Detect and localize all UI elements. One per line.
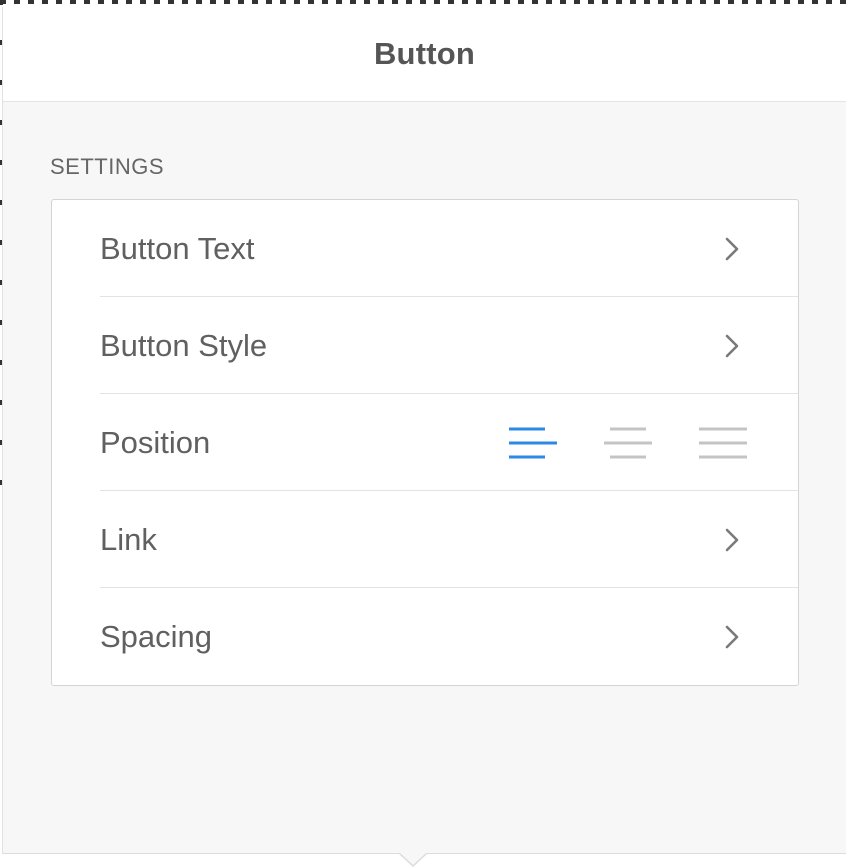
popover-arrow [400, 853, 426, 865]
settings-row-spacing[interactable]: Spacing [100, 588, 798, 685]
chevron-right-icon [712, 617, 752, 657]
popover-title: Button [373, 36, 476, 71]
settings-section-label: SETTINGS [50, 154, 165, 179]
chevron-right-icon [712, 229, 752, 269]
align-center-icon [604, 427, 652, 458]
chevron-right-icon [712, 520, 752, 560]
button-settings-popover: Button SETTINGS Button Text Button Style… [2, 7, 846, 854]
settings-row-label: Button Style [100, 327, 268, 363]
align-left-button[interactable] [504, 423, 562, 463]
settings-row-position: Position [100, 394, 798, 491]
align-right-icon [699, 427, 747, 458]
align-center-button[interactable] [599, 423, 657, 463]
settings-row-label: Button Text [100, 230, 255, 266]
position-alignment-group [467, 423, 752, 463]
popover-header: Button [3, 7, 846, 102]
canvas-dotted-border-top [0, 0, 846, 4]
settings-row-link[interactable]: Link [100, 491, 798, 588]
settings-list: Button Text Button Style Position Link S… [51, 199, 799, 686]
settings-row-label: Link [100, 521, 157, 557]
align-left-icon [509, 427, 557, 458]
settings-row-label: Spacing [100, 618, 213, 654]
align-right-button[interactable] [694, 423, 752, 463]
settings-row-button-style[interactable]: Button Style [100, 297, 798, 394]
chevron-right-icon [712, 326, 752, 366]
settings-row-label: Position [100, 424, 211, 460]
settings-row-button-text[interactable]: Button Text [100, 200, 798, 297]
